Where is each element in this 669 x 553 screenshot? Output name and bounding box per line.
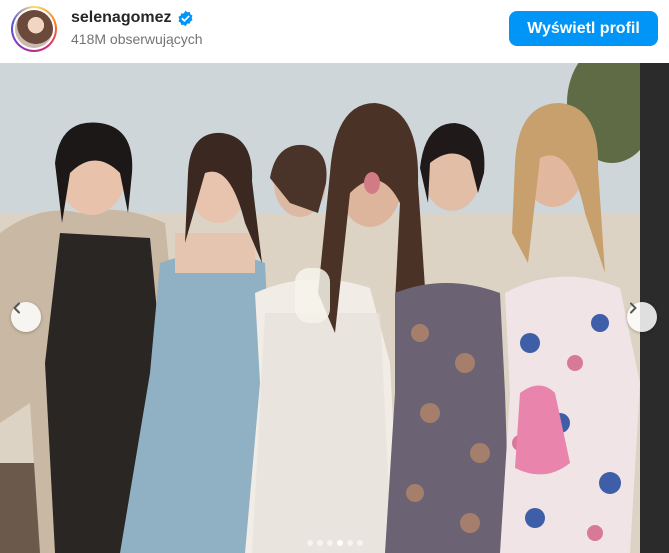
previous-slide-button[interactable] — [11, 302, 41, 332]
carousel-dot — [316, 540, 323, 546]
view-profile-button[interactable]: Wyświetl profil — [509, 11, 658, 46]
carousel-indicator — [0, 540, 669, 546]
verified-badge-icon — [177, 10, 194, 27]
post-photo[interactable] — [0, 63, 669, 553]
username-row: selenagomez — [71, 9, 194, 27]
next-slide-button[interactable] — [627, 302, 657, 332]
post-header: selenagomez 418M obserwujących Wyświetl … — [0, 0, 669, 63]
photo-illustration — [0, 63, 669, 553]
carousel-dot — [326, 540, 333, 546]
chevron-right-icon — [630, 302, 637, 314]
carousel-dot — [346, 540, 353, 546]
carousel-dot — [306, 540, 313, 546]
carousel-dot — [336, 540, 343, 546]
avatar[interactable] — [15, 10, 53, 48]
avatar-story-ring[interactable] — [11, 6, 57, 52]
username[interactable]: selenagomez — [71, 9, 171, 27]
chevron-left-icon — [13, 302, 20, 314]
followers-count: 418M obserwujących — [71, 31, 203, 47]
carousel-dot — [356, 540, 363, 546]
